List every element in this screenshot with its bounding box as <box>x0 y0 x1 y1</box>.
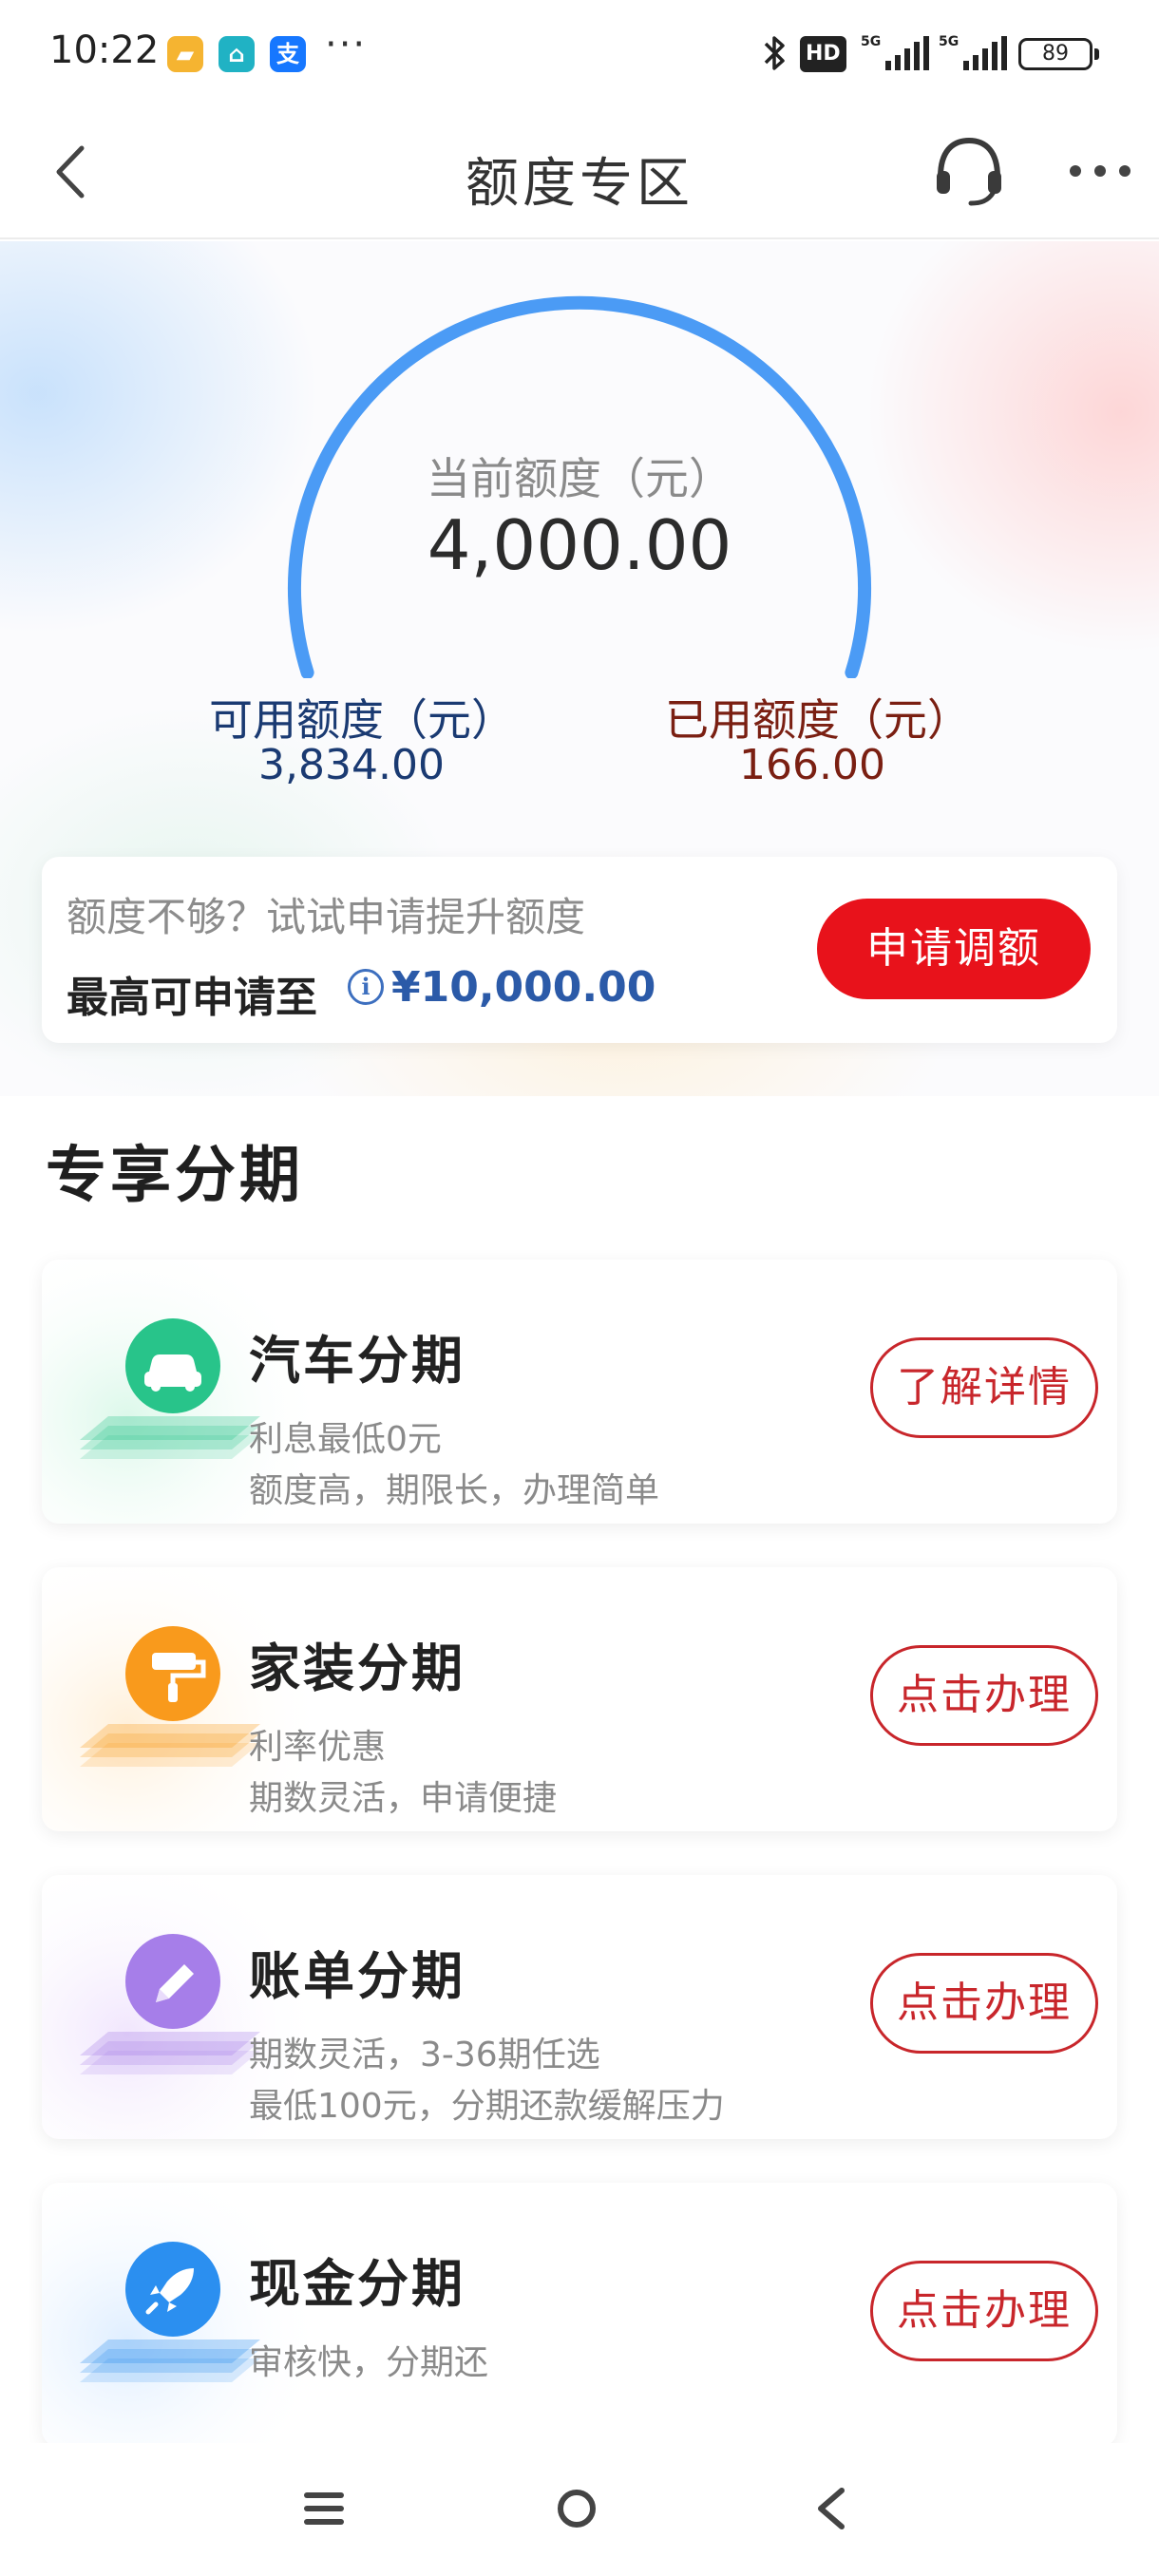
battery-icon: 89 <box>1018 38 1099 70</box>
home-app-icon: ⌂ <box>218 36 255 72</box>
hd-badge: HD <box>800 36 846 72</box>
card-title: 家装分期 <box>249 1638 466 1698</box>
available-limit-value: 3,834.00 <box>258 741 445 789</box>
status-more-icon: ··· <box>325 23 368 66</box>
card-desc-2: 额度高，期限长，办理简单 <box>249 1471 660 1510</box>
info-icon[interactable]: i <box>348 969 384 1005</box>
cash-installment-card[interactable]: 现金分期 审核快，分期还 点击办理 <box>42 2183 1117 2447</box>
menu-nav-button[interactable] <box>281 2466 367 2551</box>
card-desc-1: 利息最低0元 <box>249 1420 442 1459</box>
network-label-1: 5G <box>861 34 881 49</box>
used-limit-value: 166.00 <box>739 741 885 789</box>
used-limit-label: 已用额度（元） <box>665 694 971 746</box>
more-options-icon[interactable] <box>1062 133 1138 209</box>
back-nav-button[interactable] <box>788 2466 874 2551</box>
learn-more-button[interactable]: 了解详情 <box>870 1337 1098 1438</box>
bluetooth-icon <box>764 36 785 70</box>
alipay-app-icon: 支 <box>270 36 306 72</box>
apply-button[interactable]: 点击办理 <box>870 2261 1098 2361</box>
apply-button[interactable]: 点击办理 <box>870 1953 1098 2054</box>
status-time: 10:22 <box>49 28 160 72</box>
bill-installment-card[interactable]: 账单分期 期数灵活，3-36期任选 最低100元，分期还款缓解压力 点击办理 <box>42 1875 1117 2139</box>
raise-limit-card: 额度不够？试试申请提升额度 最高可申请至 i ¥10,000.00 申请调额 <box>42 857 1117 1043</box>
section-title: 专享分期 <box>46 1141 304 1211</box>
signal-icon-1: 5G <box>861 34 929 70</box>
notes-app-icon: ▰ <box>167 36 203 72</box>
limit-hero: 当前额度（元） 4,000.00 可用额度（元） 3,834.00 已用额度（元… <box>0 241 1159 1096</box>
network-label-2: 5G <box>939 34 959 49</box>
card-desc-2: 最低100元，分期还款缓解压力 <box>249 2087 725 2126</box>
apply-raise-button[interactable]: 申请调额 <box>817 899 1091 999</box>
system-nav-bar <box>0 2443 1159 2576</box>
card-title: 账单分期 <box>249 1946 466 2006</box>
customer-service-headset-icon[interactable] <box>931 133 1007 209</box>
card-title: 现金分期 <box>249 2254 466 2314</box>
home-decor-installment-card[interactable]: 家装分期 利率优惠 期数灵活，申请便捷 点击办理 <box>42 1567 1117 1831</box>
raise-hint: 额度不够？试试申请提升额度 <box>66 894 586 940</box>
max-limit-label: 最高可申请至 <box>66 974 317 1022</box>
car-installment-card[interactable]: 汽车分期 利息最低0元 额度高，期限长，办理简单 了解详情 <box>42 1260 1117 1524</box>
apply-button[interactable]: 点击办理 <box>870 1645 1098 1746</box>
current-limit-value: 4,000.00 <box>427 505 732 585</box>
signal-icon-2: 5G <box>939 34 1007 70</box>
card-desc-2: 期数灵活，申请便捷 <box>249 1779 558 1818</box>
card-title: 汽车分期 <box>249 1331 466 1391</box>
card-desc-1: 期数灵活，3-36期任选 <box>249 2036 600 2074</box>
current-limit-label: 当前额度（元） <box>427 453 732 504</box>
card-desc-1: 审核快，分期还 <box>249 2343 489 2382</box>
status-bar: 10:22 ▰ ⌂ 支 ··· HD 5G 5G 89 <box>0 0 1159 104</box>
home-nav-button[interactable] <box>534 2466 619 2551</box>
available-limit-label: 可用额度（元） <box>209 694 515 746</box>
card-desc-1: 利率优惠 <box>249 1728 387 1767</box>
title-bar: 额度专区 <box>0 104 1159 239</box>
max-limit-value: ¥10,000.00 <box>391 963 656 1012</box>
